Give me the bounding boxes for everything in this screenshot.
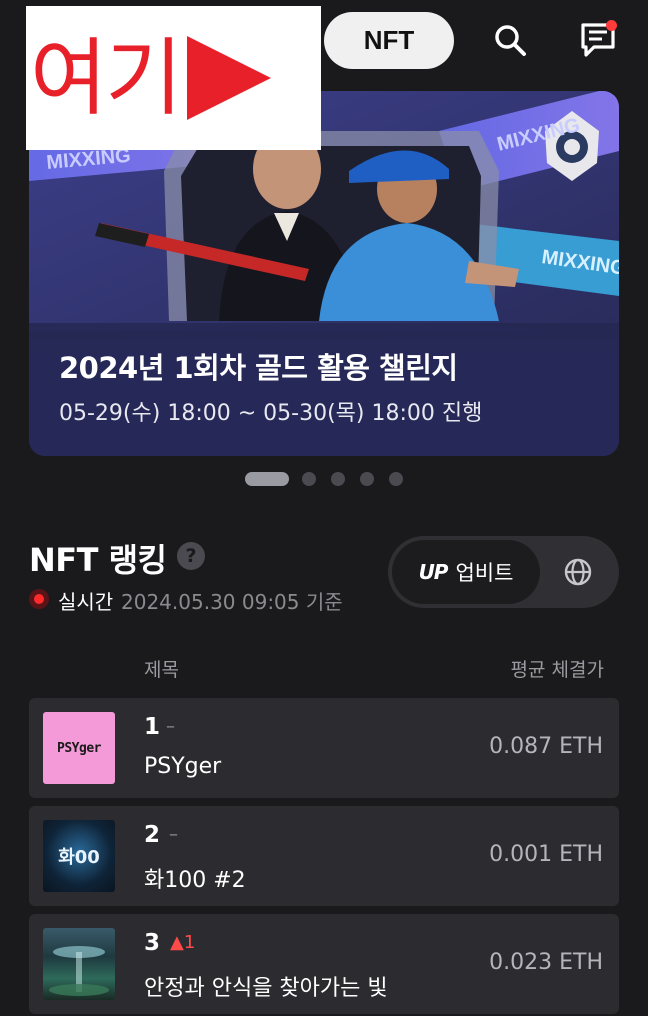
annotation-text: 여기 <box>30 29 183 127</box>
live-indicator-icon <box>29 589 49 609</box>
nft-thumbnail: 화00 <box>43 820 115 892</box>
nft-avg-price: 0.001 ETH <box>489 842 603 867</box>
thumbnail-text: 화00 <box>58 847 100 868</box>
thumbnail-text: PSYger <box>57 740 101 756</box>
annotation-overlay: 여기 <box>26 6 321 150</box>
carousel-dot[interactable] <box>389 472 403 486</box>
rank-number: 3 <box>144 930 161 956</box>
column-header-price: 평균 체결가 <box>510 659 604 681</box>
globe-icon[interactable] <box>562 556 594 588</box>
nft-name: 안정과 안식을 찾아가는 빛 <box>144 976 388 1001</box>
help-icon[interactable]: ? <box>177 542 205 570</box>
nft-thumbnail <box>43 928 115 1000</box>
rank-number: 1 <box>144 714 161 740</box>
carousel-dot[interactable] <box>360 472 374 486</box>
upbit-logo-icon: UP <box>418 560 449 584</box>
rank-number: 2 <box>144 822 161 848</box>
column-header-title: 제목 <box>144 659 179 681</box>
carousel-dot-active[interactable] <box>245 472 289 486</box>
nft-thumbnail: PSYger <box>43 712 115 784</box>
ranking-row[interactable]: 3 ▲1 안정과 안식을 찾아가는 빛 0.023 ETH <box>29 914 619 1014</box>
notification-badge <box>606 20 617 31</box>
rank-change: ▲1 <box>170 932 196 953</box>
carousel-dot[interactable] <box>331 472 345 486</box>
play-arrow-icon <box>186 36 271 120</box>
nft-name: 화100 #2 <box>144 868 246 893</box>
ranking-row[interactable]: PSYger 1 – PSYger 0.087 ETH <box>29 698 619 798</box>
nft-name: PSYger <box>144 754 222 779</box>
rank-change: – <box>169 824 178 845</box>
banner-title: 2024년 1회차 골드 활용 챌린지 <box>59 351 458 385</box>
nft-avg-price: 0.023 ETH <box>489 950 603 975</box>
nft-tab-button[interactable]: NFT <box>324 12 454 69</box>
ranking-title: NFT 랭킹 <box>29 541 167 579</box>
rank-change: – <box>166 716 175 737</box>
ranking-timestamp: 2024.05.30 09:05 기준 <box>121 590 343 614</box>
ranking-row[interactable]: 화00 2 – 화100 #2 0.001 ETH <box>29 806 619 906</box>
search-icon[interactable] <box>490 18 530 62</box>
carousel-indicator <box>0 470 648 486</box>
exchange-upbit-button[interactable]: UP 업비트 <box>392 540 540 604</box>
banner-subtitle: 05-29(수) 18:00 ~ 05-30(목) 18:00 진행 <box>59 401 483 426</box>
exchange-label: 업비트 <box>455 561 514 585</box>
exchange-toggle: UP 업비트 <box>388 536 619 608</box>
banner-caption-area <box>29 323 619 456</box>
live-label: 실시간 <box>58 590 114 614</box>
nft-avg-price: 0.087 ETH <box>489 734 603 759</box>
carousel-dot[interactable] <box>302 472 316 486</box>
